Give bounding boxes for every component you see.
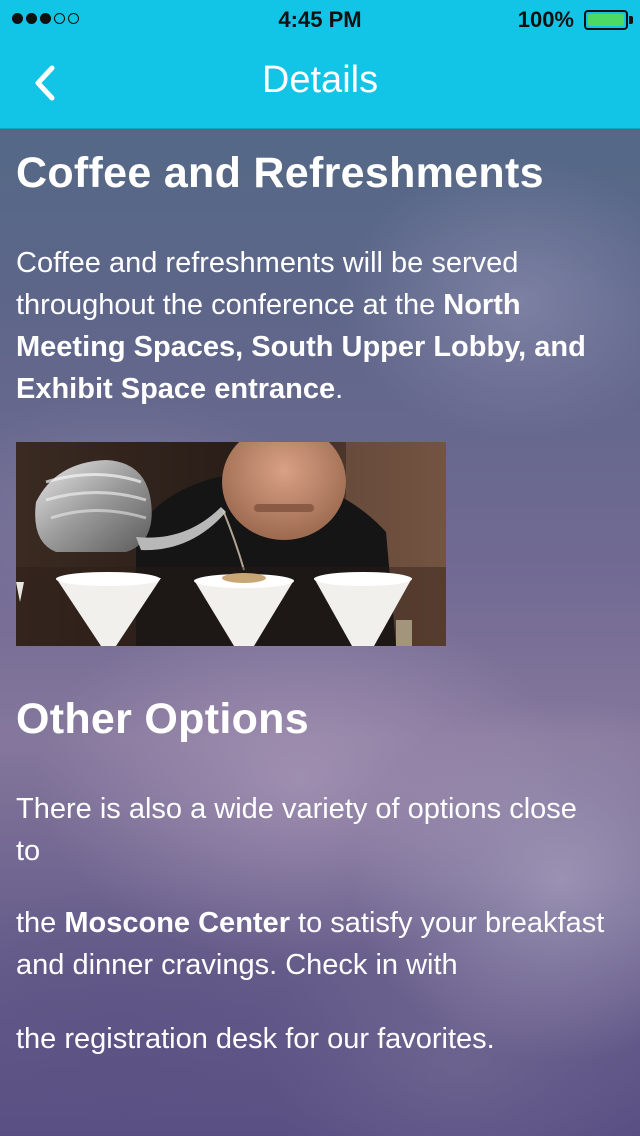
battery-percent: 100%	[517, 7, 574, 32]
other-options-para-3: the registration desk for our favorites.	[16, 1023, 495, 1055]
status-bar: 4:45 PM 100%	[0, 0, 640, 40]
navigation-bar: Details	[0, 40, 640, 129]
coffee-description: Coffee and refreshments will be served t…	[16, 242, 606, 410]
details-content: Coffee and Refreshments Coffee and refre…	[16, 130, 606, 1060]
moscone-center-label: Moscone Center	[64, 907, 290, 939]
battery-icon	[584, 10, 628, 30]
coffee-pour-photo	[16, 442, 446, 646]
coffee-text-end: .	[335, 373, 344, 405]
para-2-prefix: the	[16, 907, 65, 939]
other-options-para-1: There is also a wide variety of options …	[16, 793, 577, 867]
coffee-heading: Coffee and Refreshments	[16, 149, 544, 197]
battery-level	[588, 14, 624, 26]
page-title: Details	[261, 59, 379, 101]
other-options-heading: Other Options	[16, 695, 309, 743]
battery-tip	[629, 16, 633, 24]
other-options-para-2: the Moscone Center to satisfy your break…	[16, 902, 606, 986]
